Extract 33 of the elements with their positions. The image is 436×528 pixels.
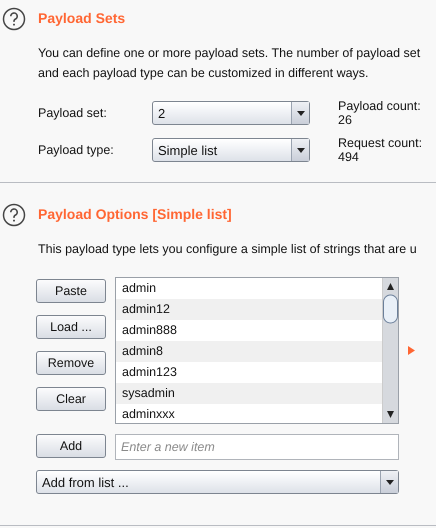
dropdown[interactable]: Simple list [152, 138, 310, 162]
field-label: Payload set: [38, 106, 108, 120]
list-item[interactable]: admin8 [116, 341, 382, 362]
caret-icon [296, 148, 304, 152]
caret-icon [296, 110, 304, 116]
payload-list[interactable]: admin admin12 admin888 admin8 admin123 sysadmin adminxxx [115, 277, 399, 424]
action-button[interactable]: Clear [36, 387, 106, 411]
dropdown[interactable]: 2 [152, 101, 310, 125]
dropdown[interactable]: Add from list ... [36, 470, 399, 494]
list-item[interactable]: admin888 [116, 320, 382, 341]
description-text: This payload type lets you configure a simple list of strings that are u [38, 241, 418, 258]
list-item[interactable]: sysadmin [116, 383, 382, 404]
add-button[interactable]: Add [36, 434, 106, 458]
description-text: and each payload type can be customized in different ways. [38, 65, 370, 82]
count-text: Request count: 494 [338, 136, 424, 164]
list-item[interactable]: admin12 [116, 299, 382, 320]
input-field[interactable]: Enter a new item [115, 434, 399, 460]
list-item[interactable]: adminxxx [116, 404, 382, 425]
help-icon[interactable] [2, 7, 26, 31]
help-icon[interactable] [2, 203, 26, 227]
field-label: Payload type: [38, 143, 115, 157]
action-button[interactable]: Load ... [36, 315, 106, 339]
section-title: Payload Sets [38, 10, 126, 28]
description-text: You can define one or more payload sets. The number of payload set [38, 45, 422, 62]
count-text: Payload count: 26 [338, 99, 422, 127]
scrollbar[interactable] [382, 278, 398, 423]
list-item[interactable]: admin [116, 278, 382, 299]
action-button[interactable]: Paste [36, 279, 106, 303]
list-item[interactable]: admin123 [116, 362, 382, 383]
action-button[interactable]: Remove [36, 351, 106, 375]
caret-icon [386, 480, 394, 484]
triangle-icon [408, 346, 415, 355]
section-title: Payload Options [Simple list] [38, 206, 233, 224]
